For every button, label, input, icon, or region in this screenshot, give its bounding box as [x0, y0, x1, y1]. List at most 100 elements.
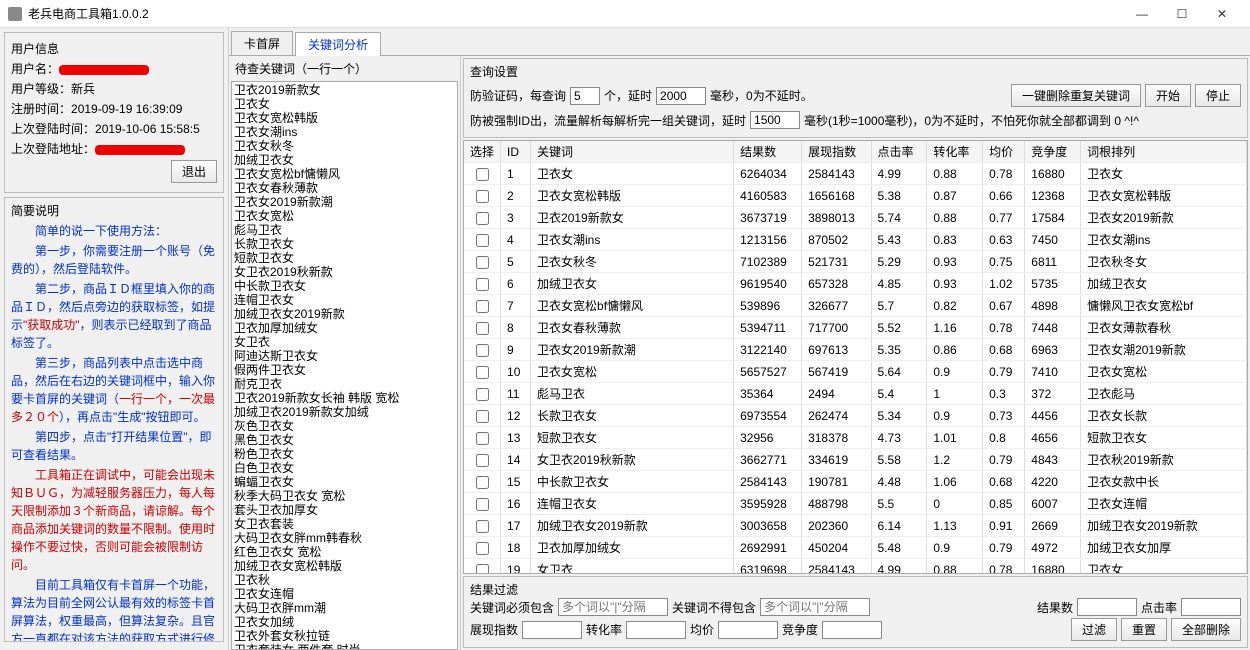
keyword-line[interactable]: 卫衣女连帽 — [234, 587, 455, 601]
filter-ctr-input[interactable] — [1181, 598, 1241, 616]
keyword-line[interactable]: 卫衣女宽松 — [234, 209, 455, 223]
keyword-line[interactable]: 卫衣女 — [234, 97, 455, 111]
row-checkbox[interactable] — [476, 256, 489, 269]
maximize-button[interactable]: ☐ — [1162, 0, 1202, 28]
keyword-line[interactable]: 卫衣女加绒 — [234, 615, 455, 629]
must-contain-input[interactable] — [558, 598, 668, 616]
keyword-line[interactable]: 加绒卫衣女2019新款 — [234, 307, 455, 321]
keyword-line[interactable]: 套头卫衣加厚女 — [234, 503, 455, 517]
col-header[interactable]: 词根排列 — [1081, 141, 1247, 163]
keyword-line[interactable]: 白色卫衣女 — [234, 461, 455, 475]
row-checkbox[interactable] — [476, 322, 489, 335]
row-checkbox[interactable] — [476, 410, 489, 423]
row-checkbox[interactable] — [476, 234, 489, 247]
row-checkbox[interactable] — [476, 168, 489, 181]
table-row[interactable]: 3卫衣2019新款女367371938980135.740.880.771758… — [464, 207, 1247, 229]
filter-showidx-input[interactable] — [522, 621, 582, 639]
keyword-line[interactable]: 卫衣女宽松bf慵懒风 — [234, 167, 455, 181]
row-checkbox[interactable] — [476, 300, 489, 313]
row-checkbox[interactable] — [476, 366, 489, 379]
table-row[interactable]: 5卫衣女秋冬71023895217315.290.930.756811卫衣秋冬女 — [464, 251, 1247, 273]
dedup-button[interactable]: 一键删除重复关键词 — [1011, 84, 1141, 107]
minimize-button[interactable]: — — [1122, 0, 1162, 28]
tab-card-first[interactable]: 卡首屏 — [231, 31, 293, 55]
row-checkbox[interactable] — [476, 432, 489, 445]
tab-keyword-analysis[interactable]: 关键词分析 — [295, 32, 381, 56]
col-header[interactable]: 竞争度 — [1025, 141, 1081, 163]
captcha-batch-input[interactable] — [570, 87, 600, 105]
row-checkbox[interactable] — [476, 454, 489, 467]
keyword-textarea[interactable]: 卫衣2019新款女卫衣女卫衣女宽松韩版卫衣女潮ins卫衣女秋冬加绒卫衣女卫衣女宽… — [231, 81, 458, 650]
keyword-line[interactable]: 加绒卫衣女 — [234, 153, 455, 167]
table-row[interactable]: 15中长款卫衣女25841431907814.481.060.684220卫衣女… — [464, 471, 1247, 493]
keyword-line[interactable]: 阿迪达斯卫衣女 — [234, 349, 455, 363]
filter-compete-input[interactable] — [822, 621, 882, 639]
logout-button[interactable]: 退出 — [171, 160, 217, 183]
keyword-line[interactable]: 卫衣女秋冬 — [234, 139, 455, 153]
col-header[interactable]: 展现指数 — [802, 141, 871, 163]
table-row[interactable]: 16连帽卫衣女35959284887985.500.856007卫衣女连帽 — [464, 493, 1247, 515]
keyword-line[interactable]: 卫衣外套女秋拉链 — [234, 629, 455, 643]
table-row[interactable]: 14女卫衣2019秋新款36627713346195.581.20.794843… — [464, 449, 1247, 471]
start-button[interactable]: 开始 — [1145, 84, 1191, 107]
keyword-line[interactable]: 加绒卫衣女宽松韩版 — [234, 559, 455, 573]
keyword-line[interactable]: 卫衣秋 — [234, 573, 455, 587]
filter-conv-input[interactable] — [626, 621, 686, 639]
row-checkbox[interactable] — [476, 388, 489, 401]
table-row[interactable]: 11彪马卫衣3536424945.410.3372卫衣彪马 — [464, 383, 1247, 405]
table-row[interactable]: 1卫衣女626403425841434.990.880.7816880卫衣女 — [464, 163, 1247, 185]
col-header[interactable]: 点击率 — [871, 141, 927, 163]
keyword-line[interactable]: 卫衣女2019新款潮 — [234, 195, 455, 209]
keyword-line[interactable]: 灰色卫衣女 — [234, 419, 455, 433]
keyword-line[interactable]: 加绒卫衣2019新款女加绒 — [234, 405, 455, 419]
keyword-line[interactable]: 卫衣女潮ins — [234, 125, 455, 139]
table-row[interactable]: 4卫衣女潮ins12131568705025.430.830.637450卫衣女… — [464, 229, 1247, 251]
keyword-line[interactable]: 卫衣女宽松韩版 — [234, 111, 455, 125]
col-header[interactable]: 均价 — [983, 141, 1025, 163]
keyword-line[interactable]: 短款卫衣女 — [234, 251, 455, 265]
keyword-line[interactable]: 长款卫衣女 — [234, 237, 455, 251]
delete-all-button[interactable]: 全部删除 — [1171, 618, 1241, 641]
keyword-line[interactable]: 卫衣2019新款女长袖 韩版 宽松 — [234, 391, 455, 405]
reset-button[interactable]: 重置 — [1121, 618, 1167, 641]
table-row[interactable]: 13短款卫衣女329563183784.731.010.84656短款卫衣女 — [464, 427, 1247, 449]
keyword-line[interactable]: 卫衣2019新款女 — [234, 83, 455, 97]
keyword-line[interactable]: 卫衣女春秋薄款 — [234, 181, 455, 195]
keyword-line[interactable]: 卫衣套装女 两件套 时尚 — [234, 643, 455, 650]
keyword-line[interactable]: 中长款卫衣女 — [234, 279, 455, 293]
table-row[interactable]: 10卫衣女宽松56575275674195.640.90.797410卫衣女宽松 — [464, 361, 1247, 383]
keyword-line[interactable]: 黑色卫衣女 — [234, 433, 455, 447]
keyword-line[interactable]: 红色卫衣女 宽松 — [234, 545, 455, 559]
row-checkbox[interactable] — [476, 278, 489, 291]
table-row[interactable]: 17加绒卫衣女2019新款30036582023606.141.130.9126… — [464, 515, 1247, 537]
filter-button[interactable]: 过滤 — [1071, 618, 1117, 641]
keyword-line[interactable]: 连帽卫衣女 — [234, 293, 455, 307]
keyword-line[interactable]: 大码卫衣胖mm潮 — [234, 601, 455, 615]
keyword-line[interactable]: 假两件卫衣女 — [234, 363, 455, 377]
col-header[interactable]: ID — [501, 141, 531, 163]
row-checkbox[interactable] — [476, 542, 489, 555]
must-not-input[interactable] — [760, 598, 870, 616]
keyword-line[interactable]: 彪马卫衣 — [234, 223, 455, 237]
captcha-delay-input[interactable] — [656, 87, 706, 105]
keyword-line[interactable]: 秋季大码卫衣女 宽松 — [234, 489, 455, 503]
row-checkbox[interactable] — [476, 520, 489, 533]
row-checkbox[interactable] — [476, 190, 489, 203]
keyword-line[interactable]: 女卫衣套装 — [234, 517, 455, 531]
row-checkbox[interactable] — [476, 212, 489, 225]
row-checkbox[interactable] — [476, 498, 489, 511]
table-row[interactable]: 7卫衣女宽松bf慵懒风5398963266775.70.820.674898慵懒… — [464, 295, 1247, 317]
keyword-line[interactable]: 粉色卫衣女 — [234, 447, 455, 461]
forceout-delay-input[interactable] — [750, 111, 800, 129]
stop-button[interactable]: 停止 — [1195, 84, 1241, 107]
filter-resultcount-input[interactable] — [1077, 598, 1137, 616]
keyword-line[interactable]: 耐克卫衣 — [234, 377, 455, 391]
col-header[interactable]: 转化率 — [927, 141, 983, 163]
table-row[interactable]: 18卫衣加厚加绒女26929914502045.480.90.794972加绒卫… — [464, 537, 1247, 559]
table-row[interactable]: 9卫衣女2019新款潮31221406976135.350.860.686963… — [464, 339, 1247, 361]
row-checkbox[interactable] — [476, 344, 489, 357]
results-table-wrapper[interactable]: 选择ID关键词结果数展现指数点击率转化率均价竞争度词根排列1卫衣女6264034… — [463, 140, 1248, 574]
col-header[interactable]: 选择 — [464, 141, 501, 163]
col-header[interactable]: 关键词 — [531, 141, 734, 163]
col-header[interactable]: 结果数 — [734, 141, 802, 163]
